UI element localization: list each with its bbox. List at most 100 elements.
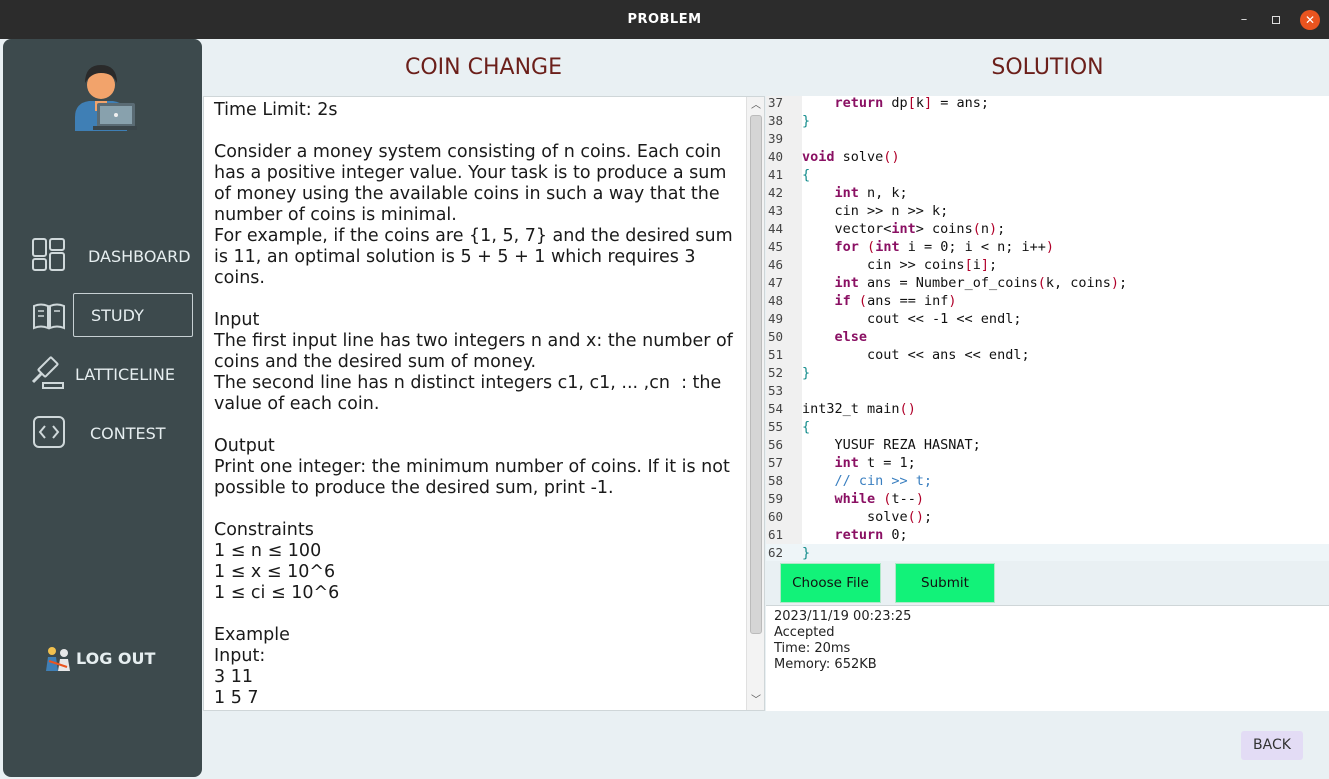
- code-line[interactable]: 48 if (ans == inf): [766, 292, 1329, 310]
- problem-statement-panel[interactable]: Time Limit: 2s Consider a money system c…: [203, 96, 765, 711]
- code-line[interactable]: 40 void solve(): [766, 148, 1329, 166]
- line-number: 38: [768, 113, 784, 128]
- code-line[interactable]: 47 int ans = Number_of_coins(k, coins);: [766, 274, 1329, 292]
- sidebar-item-dashboard[interactable]: DASHBOARD: [3, 235, 202, 279]
- code-line[interactable]: 50 else: [766, 328, 1329, 346]
- line-number: 47: [768, 275, 784, 290]
- code-line[interactable]: 37 return dp[k] = ans;: [766, 96, 1329, 112]
- code-text: int n, k;: [834, 185, 908, 201]
- line-number: 37: [768, 96, 784, 110]
- logout-button[interactable]: LOG OUT: [43, 643, 173, 673]
- choose-file-button[interactable]: Choose File: [780, 563, 881, 603]
- line-number: 50: [768, 329, 784, 344]
- line-number: 52: [768, 365, 784, 380]
- line-number: 60: [768, 509, 784, 524]
- logout-people-icon: [46, 647, 70, 671]
- scroll-thumb[interactable]: [750, 115, 762, 634]
- line-number: 61: [768, 527, 784, 542]
- code-line[interactable]: 55 {: [766, 418, 1329, 436]
- code-line[interactable]: 56 YUSUF REZA HASNAT;: [766, 436, 1329, 454]
- code-line[interactable]: 61 return 0;: [766, 526, 1329, 544]
- solution-title: SOLUTION: [991, 55, 1104, 80]
- solution-actions: Choose File Submit: [766, 561, 1329, 603]
- code-text: else: [834, 329, 868, 345]
- sidebar-item-latticeline[interactable]: LATTICELINE: [3, 353, 202, 397]
- sidebar-item-label: CONTEST: [90, 424, 166, 443]
- maximize-button[interactable]: [1266, 10, 1286, 30]
- problem-statement-text: Time Limit: 2s Consider a money system c…: [214, 100, 733, 708]
- code-line[interactable]: 39: [766, 130, 1329, 148]
- code-text: {: [802, 167, 811, 183]
- code-editor[interactable]: 37 return dp[k] = ans; 38} 39 40 void solve(…: [766, 96, 1329, 561]
- result-memory: Memory: 652KB: [774, 657, 877, 672]
- scroll-up-arrow-icon[interactable]: ︿: [747, 99, 764, 113]
- code-line[interactable]: 46 cin >> coins[i];: [766, 256, 1329, 274]
- code-text: }: [802, 113, 811, 129]
- code-text: // cin >> t;: [802, 473, 933, 489]
- app-content: DASHBOARD STUDY LATTICELINE CONTEST LOG …: [0, 39, 1329, 779]
- line-number: 40: [768, 149, 784, 164]
- minimize-button[interactable]: –: [1234, 10, 1254, 30]
- sidebar-item-label: DASHBOARD: [88, 247, 191, 266]
- code-text: cin >> n >> k;: [802, 203, 949, 219]
- code-text: }: [802, 365, 811, 381]
- line-number: 42: [768, 185, 784, 200]
- code-line[interactable]: 49 cout << -1 << endl;: [766, 310, 1329, 328]
- code-line[interactable]: 41 {: [766, 166, 1329, 184]
- code-text: while (t--): [834, 491, 924, 507]
- line-number: 57: [768, 455, 784, 470]
- code-line[interactable]: 52}: [766, 364, 1329, 382]
- line-number: 62: [768, 545, 784, 560]
- line-number: 43: [768, 203, 784, 218]
- code-line[interactable]: 51 cout << ans << endl;: [766, 346, 1329, 364]
- code-text: for (int i = 0; i < n; i++): [834, 239, 1055, 255]
- line-number: 46: [768, 257, 784, 272]
- line-number: 55: [768, 419, 784, 434]
- code-text: vector<int> coins(n);: [802, 221, 1006, 237]
- sidebar-item-contest[interactable]: CONTEST: [3, 412, 202, 456]
- code-line[interactable]: 54 int32_t main(): [766, 400, 1329, 418]
- code-text: if (ans == inf): [834, 293, 957, 309]
- code-line[interactable]: 59 while (t--): [766, 490, 1329, 508]
- line-number: 39: [768, 131, 784, 146]
- line-number: 44: [768, 221, 784, 236]
- line-number: 48: [768, 293, 784, 308]
- code-line[interactable]: 42 int n, k;: [766, 184, 1329, 202]
- code-text: {: [802, 419, 811, 435]
- code-line[interactable]: 57 int t = 1;: [766, 454, 1329, 472]
- close-button[interactable]: ✕: [1300, 10, 1320, 30]
- submit-button[interactable]: Submit: [895, 563, 995, 603]
- sidebar-item-study[interactable]: STUDY: [3, 294, 202, 338]
- code-line[interactable]: 44 vector<int> coins(n);: [766, 220, 1329, 238]
- code-line[interactable]: 43 cin >> n >> k;: [766, 202, 1329, 220]
- problem-scrollbar[interactable]: ︿ ﹀: [746, 97, 764, 710]
- line-number: 53: [768, 383, 784, 398]
- line-number: 58: [768, 473, 784, 488]
- code-text: void solve(): [802, 149, 900, 165]
- code-line[interactable]: 60 solve();: [766, 508, 1329, 526]
- back-button[interactable]: BACK: [1241, 731, 1303, 760]
- line-number: 49: [768, 311, 784, 326]
- code-line[interactable]: 45 for (int i = 0; i < n; i++): [766, 238, 1329, 256]
- code-line[interactable]: 38}: [766, 112, 1329, 130]
- code-text: cin >> coins[i];: [802, 257, 998, 273]
- line-number: 45: [768, 239, 784, 254]
- code-line[interactable]: 62}: [766, 544, 1329, 561]
- line-number: 56: [768, 437, 784, 452]
- code-text: return 0;: [834, 527, 908, 543]
- sidebar-item-label: STUDY: [91, 306, 144, 325]
- code-line[interactable]: 53: [766, 382, 1329, 400]
- submission-result-panel: 2023/11/19 00:23:25 Accepted Time: 20ms …: [766, 605, 1329, 711]
- code-line[interactable]: 58 // cin >> t;: [766, 472, 1329, 490]
- sidebar: DASHBOARD STUDY LATTICELINE CONTEST LOG …: [3, 39, 202, 777]
- scroll-down-arrow-icon[interactable]: ﹀: [747, 694, 764, 708]
- code-text: int ans = Number_of_coins(k, coins);: [834, 275, 1128, 291]
- book-icon: [33, 303, 65, 330]
- gavel-icon: [31, 356, 64, 389]
- line-number: 51: [768, 347, 784, 362]
- line-number: 59: [768, 491, 784, 506]
- result-time: Time: 20ms: [774, 641, 851, 656]
- logout-label: LOG OUT: [76, 649, 156, 668]
- dashboard-grid-icon: [32, 238, 65, 271]
- title-bar: PROBLEM – ✕: [0, 0, 1329, 39]
